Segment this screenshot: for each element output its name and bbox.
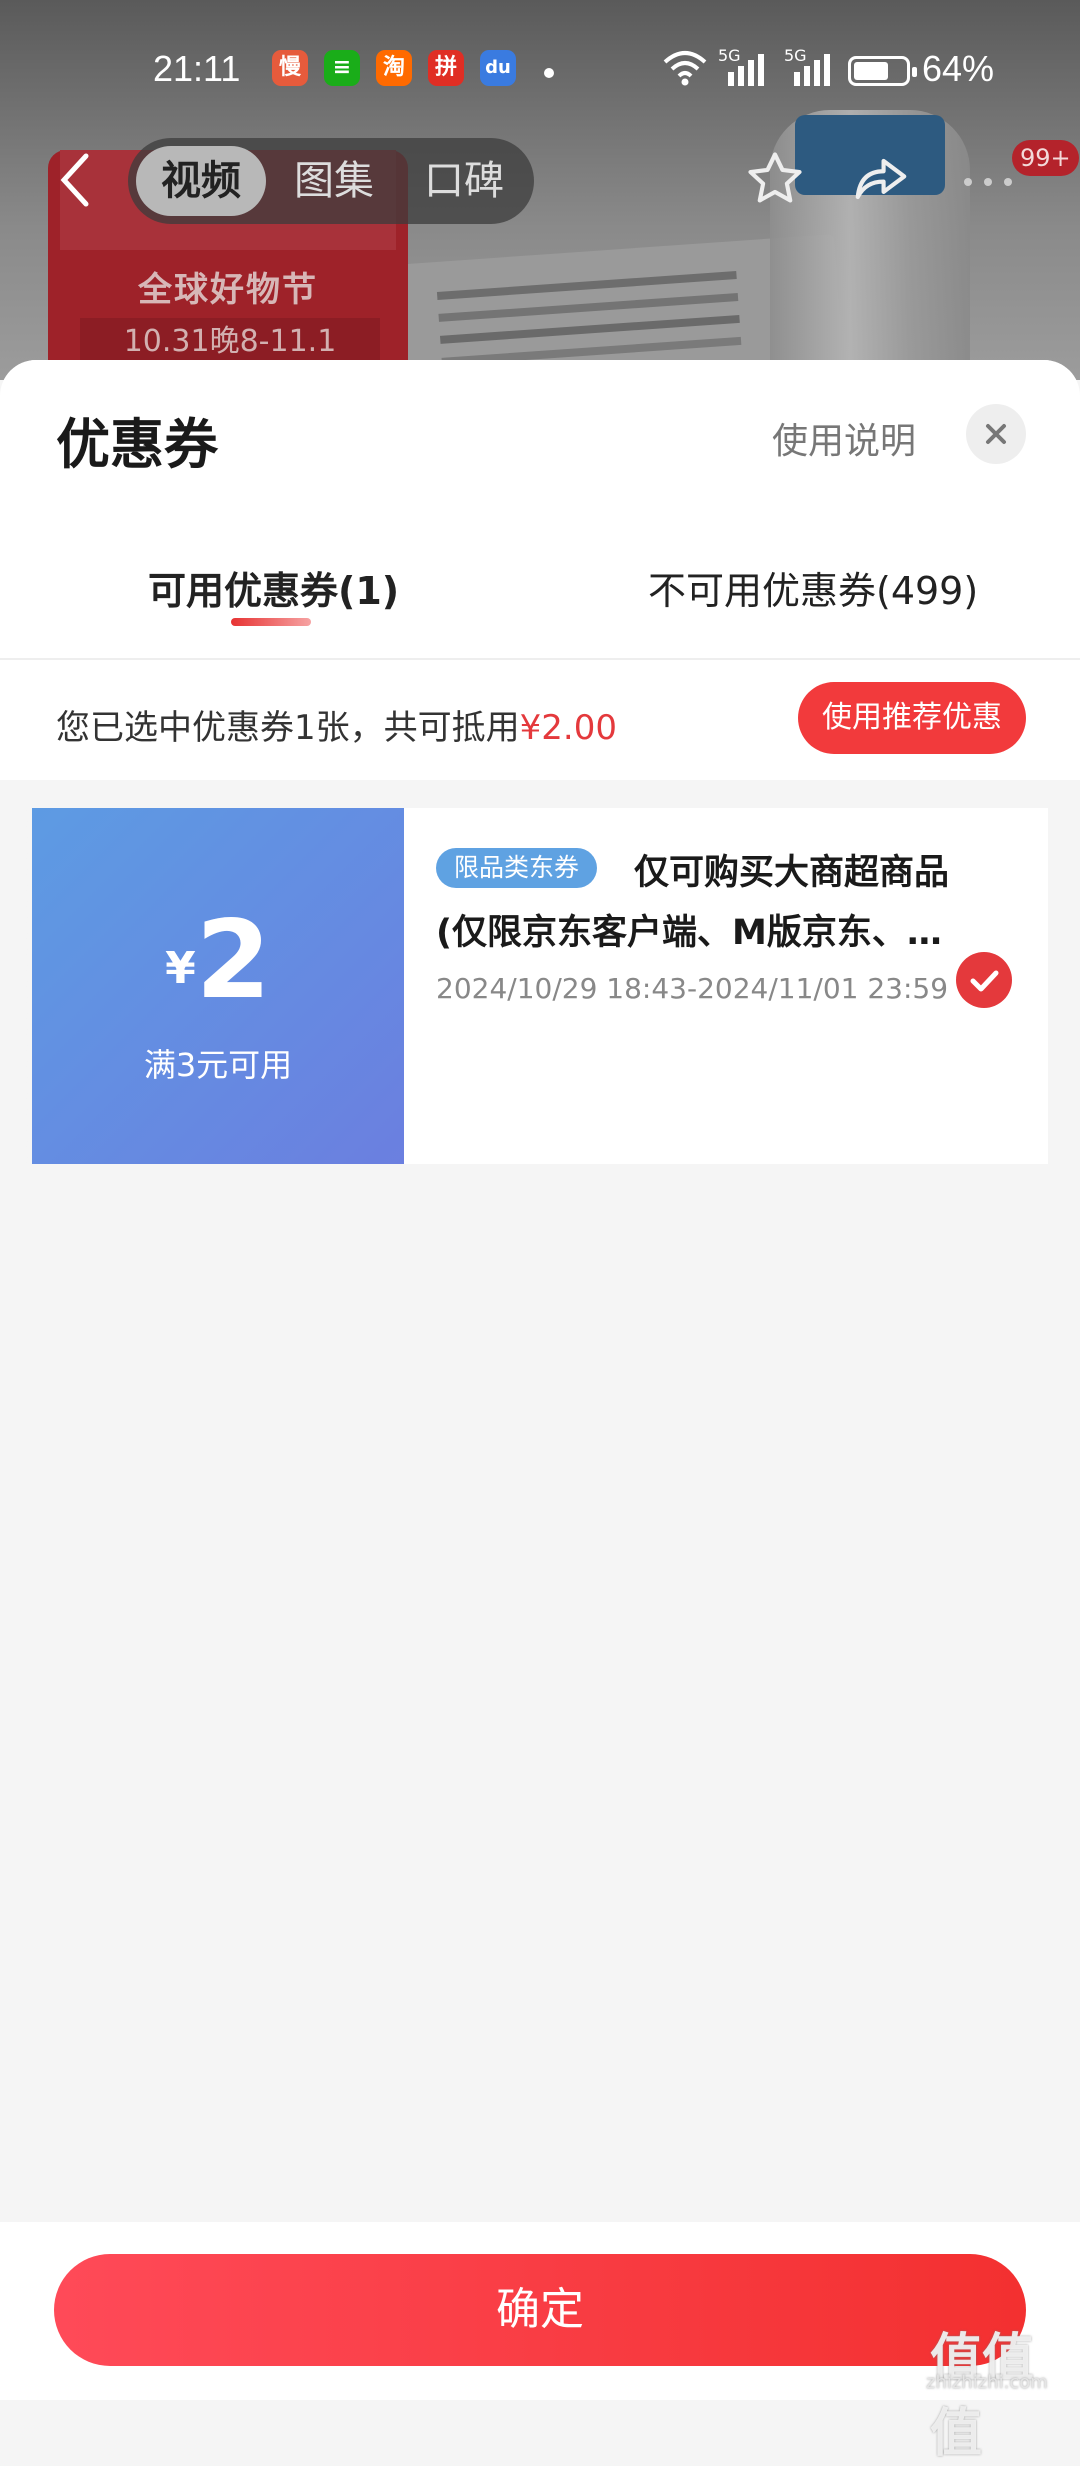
app-notification-icon: 拼 <box>428 50 464 86</box>
tab-available-coupons[interactable]: 可用优惠券(1) <box>148 560 399 615</box>
usage-instructions-link[interactable]: 使用说明 <box>772 412 916 464</box>
cell-signal-1-icon: 5G <box>718 46 764 86</box>
sheet-header: 优惠券 使用说明 可用优惠券(1) 不可用优惠券(499) <box>0 360 1080 660</box>
watermark-url: zhizhizhi.com <box>926 2372 1048 2393</box>
active-tab-indicator <box>231 618 311 626</box>
tab-reviews[interactable]: 口碑 <box>404 138 524 224</box>
close-button[interactable] <box>966 404 1026 464</box>
coupon-amount: ¥2 <box>165 898 271 1023</box>
status-time: 21:11 <box>153 48 241 89</box>
confirm-button[interactable]: 确定 <box>54 2254 1026 2366</box>
battery-icon <box>848 56 917 86</box>
coupon-validity: 2024/10/29 18:43-2024/11/01 23:59 <box>436 972 949 1005</box>
tab-gallery[interactable]: 图集 <box>274 138 394 224</box>
share-icon[interactable] <box>850 148 912 222</box>
coupon-description: 仅可购买大商超商品 <box>634 853 950 893</box>
status-bar: 21:11 慢 ≡ 淘 拼 du 5G 5G 64% <box>0 44 1080 100</box>
selection-summary: 您已选中优惠券1张，共可抵用¥2.00 使用推荐优惠 <box>0 660 1080 780</box>
app-notification-icon: du <box>480 50 516 86</box>
more-options-icon[interactable] <box>960 150 1016 222</box>
coupon-category-tag: 限品类东券 <box>436 848 598 888</box>
coupon-condition: 满3元可用 <box>143 1046 293 1084</box>
sheet-footer: 确定 <box>0 2222 1080 2400</box>
selected-check-icon[interactable] <box>956 952 1012 1008</box>
app-notification-icon: ≡ <box>324 50 360 86</box>
promo-title: 全球好物节 <box>138 270 318 310</box>
sheet-title: 优惠券 <box>56 413 218 476</box>
coupon-description-line2: (仅限京东客户端、M版京东、京东小程序使用) <box>436 913 976 953</box>
use-recommended-button[interactable]: 使用推荐优惠 <box>798 682 1026 754</box>
coupon-sheet: 优惠券 使用说明 可用优惠券(1) 不可用优惠券(499) 您已选中优惠券1张，… <box>0 360 1080 2400</box>
app-notification-icon: 淘 <box>376 50 412 86</box>
star-favorite-icon[interactable] <box>744 148 806 222</box>
tab-unavailable-coupons[interactable]: 不可用优惠券(499) <box>648 560 978 615</box>
coupon-value-panel: ¥2 满3元可用 <box>26 808 404 1164</box>
cell-signal-2-icon: 5G <box>784 46 830 86</box>
more-notifications-dot <box>544 68 554 78</box>
close-icon <box>986 424 1006 444</box>
promo-date: 10.31晚8-11.1 <box>80 318 380 366</box>
back-arrow-icon[interactable] <box>56 150 96 210</box>
summary-text: 您已选中优惠券1张，共可抵用¥2.00 <box>56 708 617 748</box>
battery-percentage: 64% <box>922 48 995 89</box>
notification-badge: 99+ <box>1012 140 1079 176</box>
app-notification-icon: 慢 <box>272 50 308 86</box>
tab-video[interactable]: 视频 <box>136 146 266 216</box>
wifi-icon <box>662 48 708 96</box>
media-tabs: 视频 图集 口碑 <box>128 138 534 224</box>
coupon-card[interactable]: ¥2 满3元可用 限品类东券 仅可购买大商超商品 (仅限京东客户端、M版京东、京… <box>26 808 1048 1164</box>
summary-amount: ¥2.00 <box>519 708 617 748</box>
